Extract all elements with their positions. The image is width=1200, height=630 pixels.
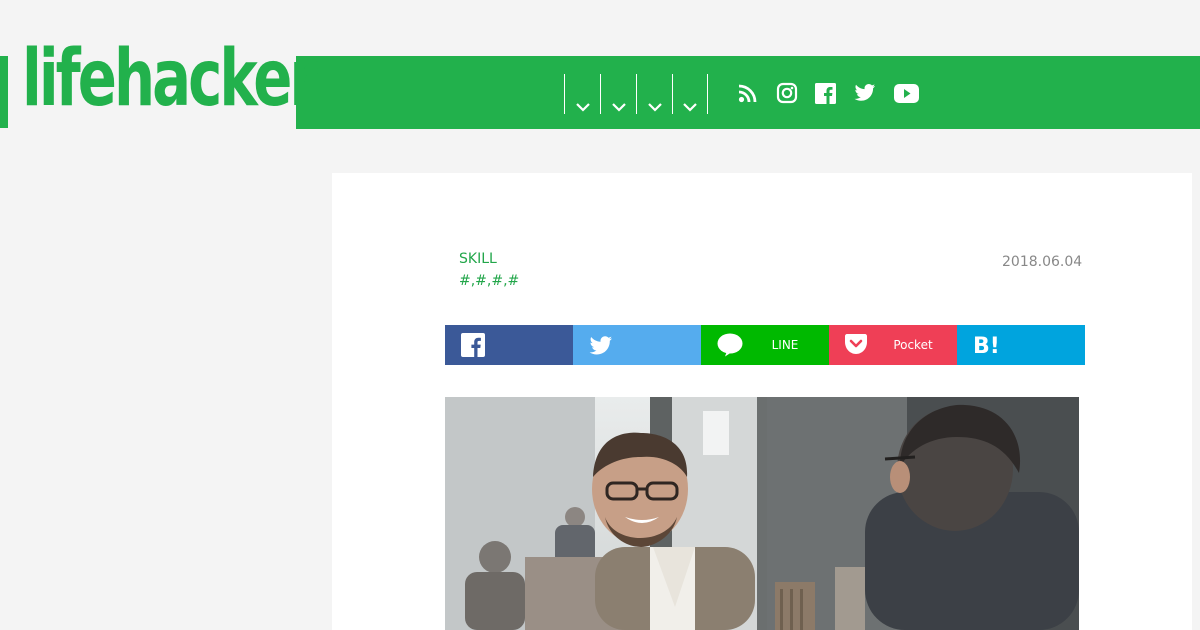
article-date: 2018.06.04	[1002, 254, 1083, 270]
instagram-icon	[776, 82, 798, 108]
chevron-down-icon	[575, 103, 590, 112]
chevron-down-icon	[611, 103, 626, 112]
share-bar: LINE Pocket B!	[445, 325, 1085, 365]
share-facebook-button[interactable]	[445, 325, 573, 365]
chevron-down-icon	[683, 103, 697, 112]
share-twitter-button[interactable]	[573, 325, 701, 365]
twitter-link[interactable]	[854, 82, 876, 108]
share-hatena-button[interactable]: B!	[957, 325, 1085, 365]
share-line-button[interactable]: LINE	[701, 325, 829, 365]
article-hero-image	[445, 397, 1079, 630]
article-category[interactable]: SKILL	[459, 251, 497, 267]
share-line-label: LINE	[771, 338, 799, 352]
share-pocket-button[interactable]: Pocket	[829, 325, 957, 365]
youtube-icon	[894, 83, 919, 107]
article-tags[interactable]: #,#,#,#	[459, 273, 519, 289]
rss-icon	[738, 83, 758, 107]
nav-menu-3[interactable]	[636, 74, 672, 114]
nav-menu-4[interactable]	[672, 74, 708, 114]
nav-menu-2[interactable]	[600, 74, 636, 114]
rss-link[interactable]	[738, 82, 758, 108]
facebook-icon	[815, 82, 836, 108]
instagram-link[interactable]	[776, 82, 798, 108]
youtube-link[interactable]	[894, 82, 919, 108]
share-twitter-label	[573, 325, 701, 365]
main-nav	[564, 74, 708, 114]
facebook-link[interactable]	[815, 82, 836, 108]
logo-accent-bar	[0, 56, 8, 128]
site-logo[interactable]: lifehacker	[22, 40, 318, 118]
share-hatena-label	[957, 325, 1085, 365]
nav-menu-1[interactable]	[564, 74, 600, 114]
share-facebook-label	[445, 325, 573, 365]
twitter-icon	[854, 83, 876, 107]
cafe-photo	[445, 397, 1079, 630]
chevron-down-icon	[647, 103, 662, 112]
share-pocket-label: Pocket	[893, 338, 933, 352]
